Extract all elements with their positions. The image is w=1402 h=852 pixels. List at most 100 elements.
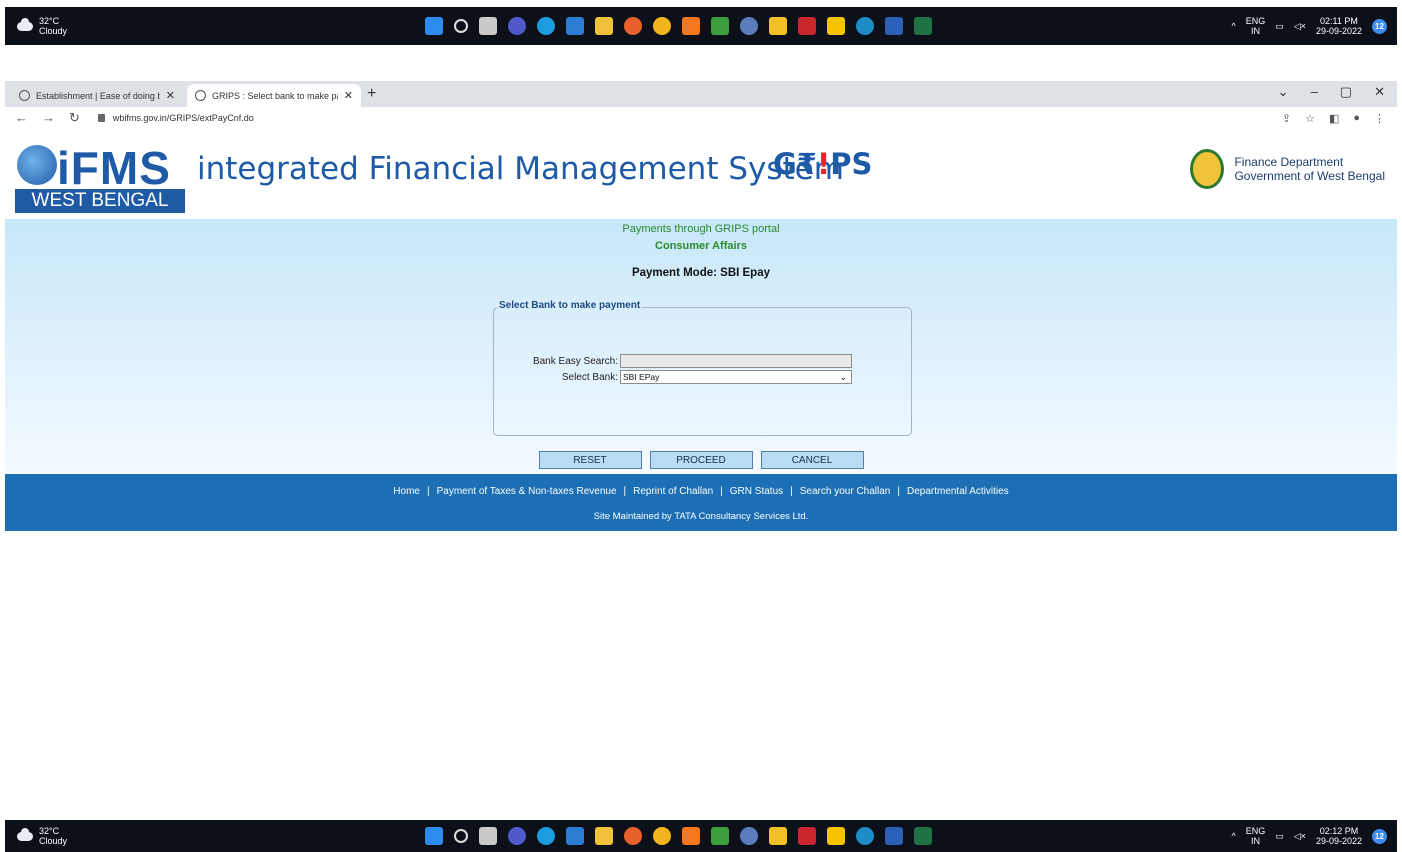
footer-link-grn-status[interactable]: GRN Status: [730, 486, 783, 497]
tab-strip: Establishment | Ease of doing bu ✕ GRIPS…: [5, 81, 1397, 107]
taskbar-bottom: 32°C Cloudy ^ ENG IN ▭ ◁× 02:12 PM 29-09…: [5, 820, 1397, 852]
ifms-logo[interactable]: iFMS WEST BENGAL: [15, 137, 185, 213]
window-controls: ⌄ – ▢ ✕: [1278, 84, 1385, 100]
network-icon[interactable]: ▭: [1275, 831, 1284, 842]
chevron-up-icon[interactable]: ^: [1232, 831, 1236, 841]
firefox-icon[interactable]: [624, 17, 642, 35]
search-icon[interactable]: [454, 829, 468, 843]
cloud-icon: [17, 17, 33, 31]
edge-icon[interactable]: [537, 827, 555, 845]
windows-icon[interactable]: [425, 827, 443, 845]
tab-grips[interactable]: GRIPS : Select bank to make pay ✕: [187, 84, 361, 107]
select-bank-fieldset: Select Bank to make payment Bank Easy Se…: [493, 300, 912, 436]
xampp-icon[interactable]: [682, 17, 700, 35]
filezilla-icon[interactable]: [798, 17, 816, 35]
taskview-icon[interactable]: [479, 17, 497, 35]
folder-icon[interactable]: [595, 17, 613, 35]
notification-badge[interactable]: 12: [1372, 18, 1387, 34]
chevron-up-icon[interactable]: ^: [1232, 21, 1236, 31]
reset-button[interactable]: RESET: [538, 451, 642, 469]
taskview-icon[interactable]: [479, 827, 497, 845]
media-icon[interactable]: [566, 827, 584, 845]
restore-icon[interactable]: ▢: [1340, 84, 1352, 100]
weather-widget[interactable]: 32°C Cloudy: [17, 16, 67, 36]
bank-search-label: Bank Easy Search:: [532, 355, 618, 367]
notes-icon[interactable]: [827, 17, 845, 35]
chat-icon[interactable]: [508, 17, 526, 35]
chrome-icon[interactable]: [653, 827, 671, 845]
footer-link-departmental[interactable]: Departmental Activities: [907, 486, 1009, 497]
department-badge: Finance Department Government of West Be…: [1190, 149, 1385, 189]
grips-logo: G₹!PS: [773, 147, 873, 181]
action-buttons: RESET PROCEED CANCEL: [5, 451, 1397, 469]
cancel-button[interactable]: CANCEL: [760, 451, 864, 469]
footer-link-payment[interactable]: Payment of Taxes & Non-taxes Revenue: [437, 486, 617, 497]
emblem-icon: [1190, 149, 1225, 189]
sidebar-icon[interactable]: ◧: [1329, 112, 1339, 125]
xampp-icon[interactable]: [682, 827, 700, 845]
firefox-icon[interactable]: [624, 827, 642, 845]
address-bar: ← → ↻ wbifms.gov.in/GRIPS/extPayCnf.do ⇪…: [5, 107, 1397, 129]
word-icon[interactable]: [885, 827, 903, 845]
dreamweaver-icon[interactable]: [711, 827, 729, 845]
cloud-icon: [17, 827, 33, 841]
taskbar-top: 32°C Cloudy ^ ENG IN ▭ ◁× 02:11 PM 29-09…: [5, 7, 1397, 45]
share-icon[interactable]: ⇪: [1282, 112, 1291, 125]
language-indicator[interactable]: ENG IN: [1246, 16, 1266, 36]
volume-icon[interactable]: ◁×: [1294, 21, 1306, 32]
close-tab-icon[interactable]: ✕: [344, 89, 353, 102]
lock-app-icon[interactable]: [769, 827, 787, 845]
excel-icon[interactable]: [914, 827, 932, 845]
notes-icon[interactable]: [827, 827, 845, 845]
windows-icon[interactable]: [425, 17, 443, 35]
maintained-by: Site Maintained by TATA Consultancy Serv…: [593, 511, 809, 522]
forward-icon[interactable]: →: [42, 110, 55, 126]
reload-icon[interactable]: ↻: [69, 110, 80, 126]
footer-link-reprint[interactable]: Reprint of Challan: [633, 486, 713, 497]
footer-links: Home | Payment of Taxes & Non-taxes Revenu…: [393, 486, 1009, 497]
excel-icon[interactable]: [914, 17, 932, 35]
bank-search-input[interactable]: [620, 354, 852, 368]
tab-search-icon[interactable]: ⌄: [1278, 84, 1289, 100]
star-icon[interactable]: ☆: [1305, 112, 1315, 125]
tab-establishment[interactable]: Establishment | Ease of doing bu ✕: [11, 84, 183, 107]
folder-icon[interactable]: [595, 827, 613, 845]
back-icon[interactable]: ←: [15, 110, 28, 126]
word-icon[interactable]: [885, 17, 903, 35]
department-name: Consumer Affairs: [655, 240, 747, 252]
chrome-icon[interactable]: [653, 17, 671, 35]
profile-icon[interactable]: ●: [1353, 112, 1360, 125]
footer-link-search-challan[interactable]: Search your Challan: [800, 486, 891, 497]
payment-mode: Payment Mode: SBI Epay: [631, 267, 771, 279]
database-icon[interactable]: [740, 827, 758, 845]
database-icon[interactable]: [740, 17, 758, 35]
people-icon[interactable]: [856, 827, 874, 845]
proceed-button[interactable]: PROCEED: [649, 451, 753, 469]
language-indicator[interactable]: ENG IN: [1246, 826, 1266, 846]
filezilla-icon[interactable]: [798, 827, 816, 845]
people-icon[interactable]: [856, 17, 874, 35]
clock[interactable]: 02:12 PM 29-09-2022: [1316, 826, 1362, 846]
clock[interactable]: 02:11 PM 29-09-2022: [1316, 16, 1362, 36]
url-field[interactable]: wbifms.gov.in/GRIPS/extPayCnf.do: [97, 113, 254, 123]
volume-icon[interactable]: ◁×: [1294, 831, 1306, 842]
search-icon[interactable]: [454, 19, 468, 33]
system-tray: ^ ENG IN ▭ ◁× 02:11 PM 29-09-2022 12: [1232, 16, 1387, 36]
select-bank-dropdown[interactable]: SBI EPay ⌄: [620, 370, 852, 384]
lock-app-icon[interactable]: [769, 17, 787, 35]
weather-widget[interactable]: 32°C Cloudy: [17, 826, 67, 846]
edge-icon[interactable]: [537, 17, 555, 35]
menu-icon[interactable]: ⋮: [1374, 112, 1385, 125]
dreamweaver-icon[interactable]: [711, 17, 729, 35]
minimize-icon[interactable]: –: [1311, 84, 1318, 100]
notification-badge[interactable]: 12: [1372, 828, 1387, 844]
network-icon[interactable]: ▭: [1275, 21, 1284, 32]
close-icon[interactable]: ✕: [1374, 84, 1385, 100]
system-tray: ^ ENG IN ▭ ◁× 02:12 PM 29-09-2022 12: [1232, 826, 1387, 846]
new-tab-button[interactable]: +: [367, 85, 376, 103]
footer-link-home[interactable]: Home: [393, 486, 420, 497]
chat-icon[interactable]: [508, 827, 526, 845]
close-tab-icon[interactable]: ✕: [166, 89, 175, 102]
media-icon[interactable]: [566, 17, 584, 35]
fieldset-legend: Select Bank to make payment: [497, 300, 643, 311]
